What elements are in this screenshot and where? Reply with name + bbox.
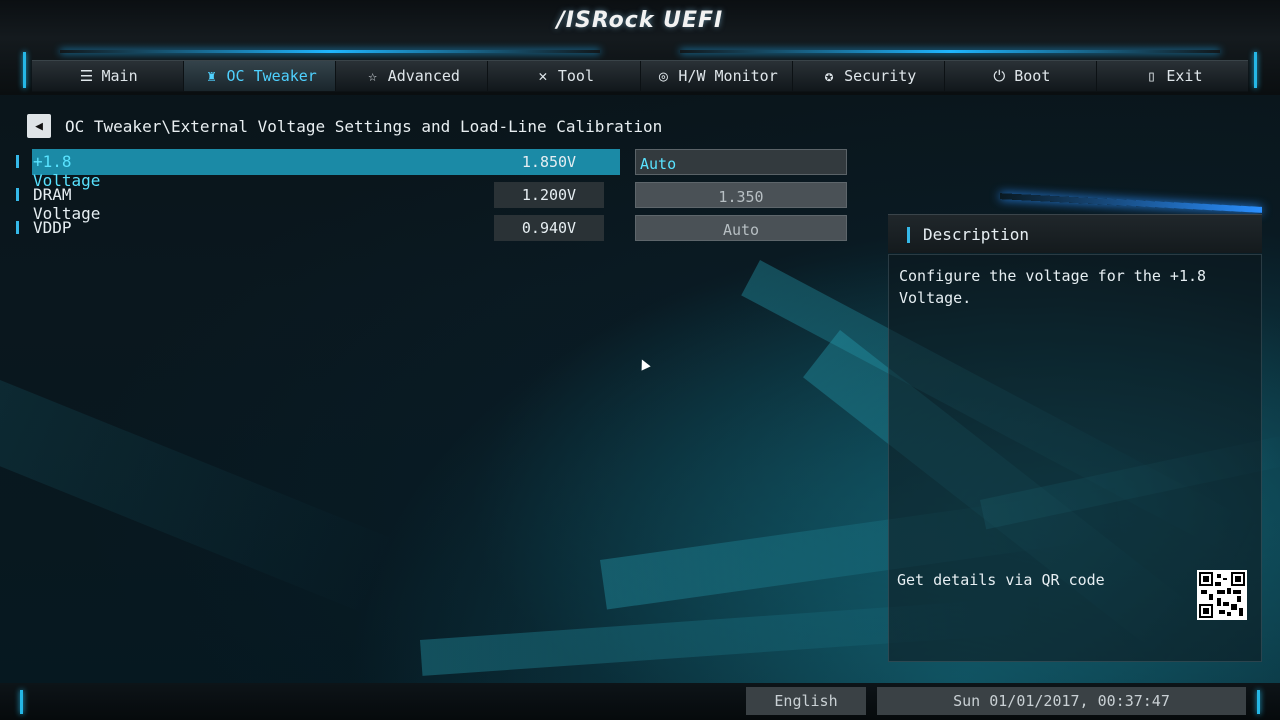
row-marker (16, 155, 19, 168)
asrock-uefi-logo: /ISRock UEFI (556, 8, 724, 33)
back-button[interactable]: ◀ (27, 114, 51, 138)
row-marker (16, 188, 19, 201)
nav-edge-left (23, 52, 26, 88)
tab-advanced[interactable]: ☆ Advanced (336, 61, 489, 91)
row-marker (16, 221, 19, 234)
language-button[interactable]: English (746, 687, 866, 715)
setting-option-select[interactable]: 1.350 (635, 182, 847, 208)
shield-icon: ✪ (824, 67, 834, 85)
description-panel: Configure the voltage for the +1.8 Volta… (888, 254, 1262, 662)
header-glow-left (60, 50, 600, 53)
description-title: Description (923, 225, 1029, 244)
main-nav: ☰ Main ♜ OC Tweaker ☆ Advanced ✕ Tool ◎ … (32, 60, 1248, 92)
tab-security[interactable]: ✪ Security (793, 61, 945, 91)
tab-oc-tweaker[interactable]: ♜ OC Tweaker (184, 61, 337, 91)
tab-label: Exit (1166, 67, 1203, 85)
exit-icon: ▯ (1146, 67, 1156, 85)
setting-current-value: 0.940V (494, 215, 604, 241)
status-edge-right (1257, 690, 1260, 714)
tab-label: Main (101, 67, 138, 85)
tab-tool[interactable]: ✕ Tool (488, 61, 641, 91)
setting-option-select[interactable]: Auto (635, 215, 847, 241)
tab-label: Security (844, 67, 917, 85)
setting-option-select[interactable]: Auto (635, 149, 847, 175)
tab-boot[interactable]: ⏻ Boot (945, 61, 1097, 91)
status-edge-left (20, 690, 23, 714)
setting-label: VDDP (33, 218, 72, 237)
description-header: Description (888, 214, 1262, 253)
setting-current-value: 1.850V (521, 153, 577, 171)
tab-label: H/W Monitor (678, 67, 778, 85)
tab-label: Tool (557, 67, 594, 85)
tab-exit[interactable]: ▯ Exit (1097, 61, 1248, 91)
datetime-display: Sun 01/01/2017, 00:37:47 (877, 687, 1246, 715)
description-text: Configure the voltage for the +1.8 Volta… (899, 267, 1207, 307)
header-glow-right (680, 50, 1220, 53)
breadcrumb-path: OC Tweaker\External Voltage Settings and… (65, 116, 663, 136)
qr-code-icon (1197, 570, 1247, 620)
setting-current-value: 1.200V (494, 182, 604, 208)
tab-label: OC Tweaker (226, 67, 317, 85)
star-icon: ☆ (368, 67, 378, 85)
rocket-icon: ♜ (207, 67, 217, 85)
tab-main[interactable]: ☰ Main (32, 61, 185, 91)
tab-hw-monitor[interactable]: ◎ H/W Monitor (641, 61, 793, 91)
description-marker (907, 227, 910, 243)
power-icon: ⏻ (993, 67, 1006, 85)
list-icon: ☰ (79, 67, 94, 85)
qr-code-label: Get details via QR code (897, 571, 1105, 589)
tab-label: Boot (1014, 67, 1051, 85)
tab-label: Advanced (387, 67, 460, 85)
nav-edge-right (1254, 52, 1257, 88)
breadcrumb: ◀ OC Tweaker\External Voltage Settings a… (27, 114, 662, 138)
monitor-icon: ◎ (658, 67, 668, 85)
tools-icon: ✕ (538, 67, 548, 85)
back-arrow-icon: ◀ (35, 118, 43, 134)
